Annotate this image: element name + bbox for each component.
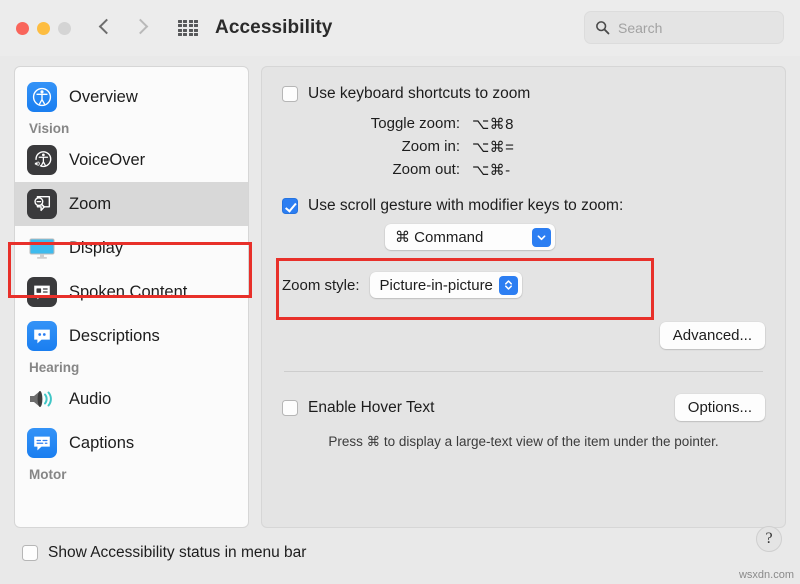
- panes-container: Overview Vision VoiceOver: [14, 66, 786, 528]
- sidebar-item-zoom[interactable]: Zoom: [15, 182, 248, 226]
- shortcut-keys: ⌥⌘=: [460, 138, 550, 156]
- advanced-row: Advanced...: [282, 322, 765, 349]
- zoom-magnifier-icon: [27, 189, 57, 219]
- sidebar-item-spoken-content[interactable]: Spoken Content: [15, 270, 248, 314]
- sidebar-item-overview[interactable]: Overview: [15, 75, 248, 119]
- sidebar-item-label: Spoken Content: [69, 283, 187, 302]
- sidebar-item-label: Descriptions: [69, 327, 160, 346]
- preferences-content: Overview Vision VoiceOver: [0, 56, 800, 584]
- modifier-key-dropdown[interactable]: ⌘ Command: [385, 224, 555, 250]
- sidebar-item-label: Display: [69, 239, 123, 258]
- sidebar-item-audio[interactable]: Audio: [15, 377, 248, 421]
- sidebar-group-vision: Vision: [15, 119, 248, 138]
- chevron-right-icon[interactable]: [135, 17, 149, 39]
- zoom-style-dropdown[interactable]: Picture-in-picture: [370, 272, 522, 298]
- navigation-buttons: [99, 17, 149, 39]
- sidebar-item-voiceover[interactable]: VoiceOver: [15, 138, 248, 182]
- window-titlebar: Accessibility: [0, 0, 800, 56]
- sidebar-item-captions[interactable]: Captions: [15, 421, 248, 465]
- accessibility-sidebar: Overview Vision VoiceOver: [14, 66, 249, 528]
- sidebar-item-label: VoiceOver: [69, 151, 145, 170]
- voiceover-icon: [27, 145, 57, 175]
- spoken-content-icon: [27, 277, 57, 307]
- scroll-gesture-checkbox[interactable]: [282, 198, 298, 214]
- chevron-up-down-icon[interactable]: [499, 276, 518, 295]
- shortcut-name: Zoom out:: [282, 161, 460, 179]
- scroll-gesture-label: Use scroll gesture with modifier keys to…: [308, 197, 623, 215]
- menu-bar-status-label: Show Accessibility status in menu bar: [48, 544, 306, 562]
- zoom-style-row: Zoom style: Picture-in-picture: [282, 272, 765, 298]
- watermark: wsxdn.com: [739, 569, 794, 581]
- shortcut-row: Zoom out: ⌥⌘-: [282, 161, 765, 179]
- keyboard-shortcuts-row[interactable]: Use keyboard shortcuts to zoom: [282, 85, 765, 103]
- search-icon: [595, 20, 610, 35]
- zoom-button[interactable]: [58, 22, 71, 35]
- captions-icon: [27, 428, 57, 458]
- hover-text-checkbox[interactable]: [282, 400, 298, 416]
- hover-text-options-button[interactable]: Options...: [675, 394, 765, 421]
- zoom-style-value: Picture-in-picture: [380, 277, 493, 294]
- hover-text-checkbox-group[interactable]: Enable Hover Text: [282, 399, 434, 417]
- close-button[interactable]: [16, 22, 29, 35]
- advanced-button[interactable]: Advanced...: [660, 322, 765, 349]
- shortcut-list: Toggle zoom: ⌥⌘8 Zoom in: ⌥⌘= Zoom out: …: [282, 115, 765, 179]
- sidebar-group-hearing: Hearing: [15, 358, 248, 377]
- shortcut-name: Zoom in:: [282, 138, 460, 156]
- chevron-down-icon[interactable]: [532, 228, 551, 247]
- sidebar-item-label: Zoom: [69, 195, 111, 214]
- display-monitor-icon: [27, 233, 57, 263]
- chevron-left-icon[interactable]: [99, 17, 113, 39]
- descriptions-icon: [27, 321, 57, 351]
- shortcut-row: Zoom in: ⌥⌘=: [282, 138, 765, 156]
- search-input[interactable]: [618, 20, 773, 36]
- search-field[interactable]: [584, 11, 784, 44]
- zoom-settings-pane: Use keyboard shortcuts to zoom Toggle zo…: [261, 66, 786, 528]
- traffic-light-buttons: [16, 22, 71, 35]
- minimize-button[interactable]: [37, 22, 50, 35]
- footer-bar: Show Accessibility status in menu bar ? …: [0, 522, 800, 584]
- modifier-key-value: ⌘ Command: [395, 228, 526, 246]
- sidebar-item-label: Captions: [69, 434, 134, 453]
- hover-text-row: Enable Hover Text Options...: [282, 394, 765, 421]
- accessibility-person-icon: [27, 82, 57, 112]
- sidebar-item-descriptions[interactable]: Descriptions: [15, 314, 248, 358]
- modifier-key-row: ⌘ Command: [282, 224, 765, 250]
- sidebar-group-motor: Motor: [15, 465, 248, 484]
- sidebar-item-label: Overview: [69, 88, 138, 107]
- keyboard-shortcuts-checkbox[interactable]: [282, 86, 298, 102]
- keyboard-shortcuts-label: Use keyboard shortcuts to zoom: [308, 85, 530, 103]
- scroll-gesture-row[interactable]: Use scroll gesture with modifier keys to…: [282, 197, 765, 215]
- scroll-gesture-section: Use scroll gesture with modifier keys to…: [282, 197, 765, 250]
- zoom-style-label: Zoom style:: [282, 277, 360, 294]
- help-button[interactable]: ?: [756, 526, 782, 552]
- section-divider: [284, 371, 763, 372]
- hover-text-label: Enable Hover Text: [308, 399, 434, 417]
- audio-speaker-icon: [27, 384, 57, 414]
- sidebar-item-display[interactable]: Display: [15, 226, 248, 270]
- menu-bar-checkbox-group[interactable]: Show Accessibility status in menu bar: [22, 544, 306, 562]
- hover-text-hint: Press ⌘ to display a large-text view of …: [282, 434, 765, 450]
- page-title: Accessibility: [215, 17, 332, 39]
- sidebar-item-label: Audio: [69, 390, 111, 409]
- shortcut-keys: ⌥⌘-: [460, 161, 550, 179]
- menu-bar-status-checkbox[interactable]: [22, 545, 38, 561]
- shortcut-keys: ⌥⌘8: [460, 115, 550, 133]
- shortcut-name: Toggle zoom:: [282, 115, 460, 133]
- show-all-grid-icon[interactable]: [177, 17, 199, 39]
- shortcut-row: Toggle zoom: ⌥⌘8: [282, 115, 765, 133]
